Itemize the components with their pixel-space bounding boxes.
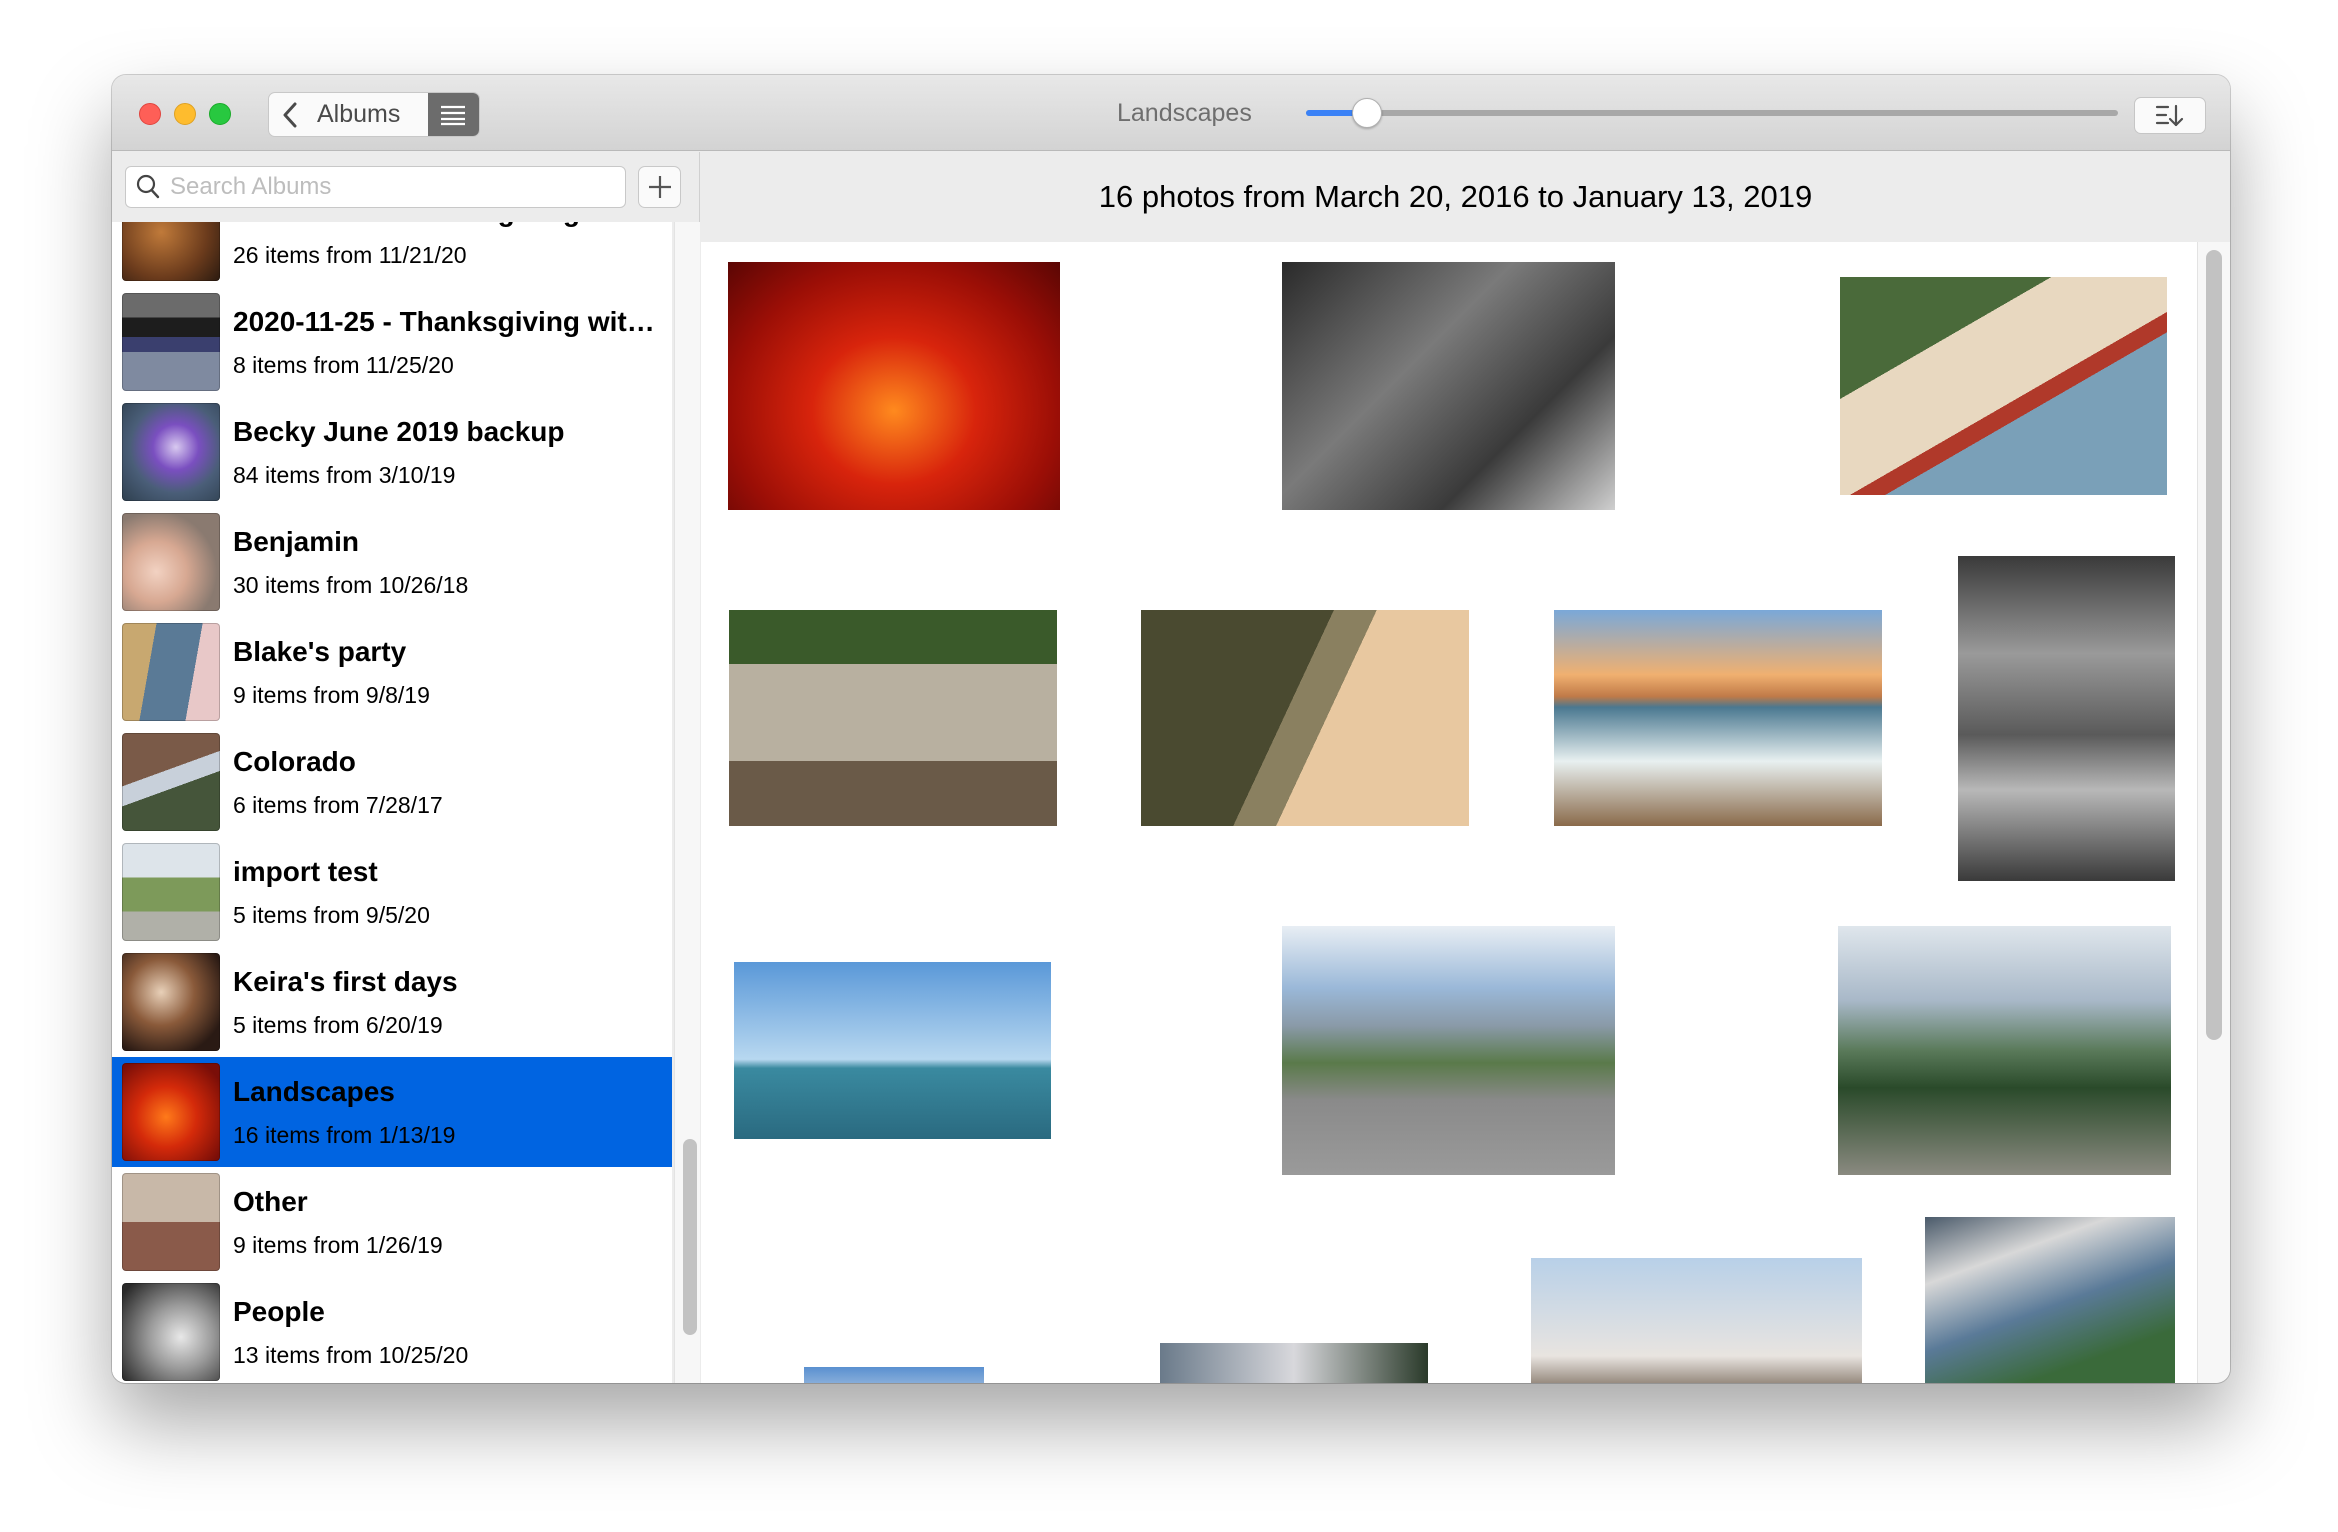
sidebar-toggle-button[interactable] bbox=[427, 93, 479, 136]
photo-thumbnail[interactable] bbox=[1160, 1343, 1428, 1383]
album-sidebar: 2020-11-21 - Thanksgiving with… 26 items … bbox=[112, 152, 700, 1383]
search-icon bbox=[136, 174, 160, 199]
album-name: Becky June 2019 backup bbox=[233, 416, 565, 447]
photo-thumbnail[interactable] bbox=[1282, 262, 1615, 510]
plus-icon bbox=[648, 176, 671, 198]
album-subtitle: 9 items from 1/26/19 bbox=[233, 1232, 443, 1258]
album-thumbnail bbox=[122, 953, 220, 1051]
album-thumbnail bbox=[122, 1063, 220, 1161]
album-subtitle: 13 items from 10/25/20 bbox=[233, 1342, 469, 1368]
album-row[interactable]: import test 5 items from 9/5/20 bbox=[112, 837, 672, 947]
album-thumbnail bbox=[122, 733, 220, 831]
zoom-button[interactable] bbox=[209, 103, 231, 125]
title-bar: Albums Landscapes bbox=[112, 75, 2230, 151]
minimize-button[interactable] bbox=[174, 103, 196, 125]
photo-grid bbox=[701, 242, 2197, 1383]
album-row[interactable]: Other 9 items from 1/26/19 bbox=[112, 1167, 672, 1277]
photo-thumbnail[interactable] bbox=[1838, 926, 2171, 1175]
photo-pane: 16 photos from March 20, 2016 to January… bbox=[701, 152, 2230, 1383]
album-thumbnail bbox=[122, 1283, 220, 1381]
photo-grid-scrollbar-thumb[interactable] bbox=[2206, 250, 2222, 1040]
navigation-group: Albums bbox=[268, 92, 480, 137]
album-thumbnail bbox=[122, 403, 220, 501]
album-subtitle: 8 items from 11/25/20 bbox=[233, 352, 454, 378]
album-summary-header: 16 photos from March 20, 2016 to January… bbox=[701, 152, 2230, 242]
album-list: 2020-11-21 - Thanksgiving with… 26 items … bbox=[112, 222, 672, 1383]
album-name: 2020-11-21 - Thanksgiving with… bbox=[233, 222, 668, 229]
sort-descending-icon bbox=[2155, 104, 2184, 126]
album-name: 2020-11-25 - Thanksgiving with… bbox=[233, 306, 668, 337]
album-name: Landscapes bbox=[233, 1076, 395, 1107]
photo-thumbnail[interactable] bbox=[1531, 1258, 1862, 1383]
album-subtitle: 9 items from 9/8/19 bbox=[233, 682, 430, 708]
photo-thumbnail[interactable] bbox=[1958, 556, 2175, 881]
album-row[interactable]: 2020-11-21 - Thanksgiving with… 26 items … bbox=[112, 222, 672, 287]
album-name: Other bbox=[233, 1186, 308, 1217]
album-name: Blake's party bbox=[233, 636, 407, 667]
back-button-label: Albums bbox=[317, 100, 401, 128]
album-name: Benjamin bbox=[233, 526, 360, 557]
album-thumbnail bbox=[122, 623, 220, 721]
photo-thumbnail[interactable] bbox=[1840, 277, 2167, 495]
photo-thumbnail[interactable] bbox=[729, 610, 1057, 826]
album-subtitle: 16 items from 1/13/19 bbox=[233, 1122, 456, 1148]
sidebar-scrollbar-thumb[interactable] bbox=[683, 1139, 697, 1335]
list-icon bbox=[441, 105, 466, 125]
album-name: Keira's first days bbox=[233, 966, 458, 997]
album-row[interactable]: Keira's first days 5 items from 6/20/19 bbox=[112, 947, 672, 1057]
album-name: import test bbox=[233, 856, 378, 887]
photo-thumbnail[interactable] bbox=[1282, 926, 1615, 1175]
photo-thumbnail[interactable] bbox=[734, 962, 1051, 1139]
album-subtitle: 30 items from 10/26/18 bbox=[233, 572, 469, 598]
search-field[interactable] bbox=[125, 166, 626, 208]
album-row[interactable]: Benjamin 30 items from 10/26/18 bbox=[112, 507, 672, 617]
album-subtitle: 26 items from 11/21/20 bbox=[233, 242, 467, 268]
album-subtitle: 6 items from 7/28/17 bbox=[233, 792, 443, 818]
album-row[interactable]: Blake's party 9 items from 9/8/19 bbox=[112, 617, 672, 727]
photo-thumbnail[interactable] bbox=[728, 262, 1060, 510]
photos-window: Albums Landscapes Search Albums 26 items… bbox=[112, 75, 2230, 1383]
album-row[interactable]: People 13 items from 10/25/20 bbox=[112, 1277, 672, 1383]
album-thumbnail bbox=[122, 1173, 220, 1271]
album-subtitle: 84 items from 3/10/19 bbox=[233, 462, 456, 488]
photo-grid-scrollbar[interactable] bbox=[2197, 242, 2230, 1383]
album-name: Colorado bbox=[233, 746, 356, 777]
album-row-selected[interactable]: Landscapes 16 items from 1/13/19 bbox=[112, 1057, 672, 1167]
album-summary: 16 photos from March 20, 2016 to January… bbox=[1098, 179, 1813, 214]
album-thumbnail bbox=[122, 222, 220, 281]
back-to-albums-button[interactable]: Albums bbox=[269, 93, 428, 136]
photo-thumbnail[interactable] bbox=[804, 1367, 984, 1383]
sort-button[interactable] bbox=[2134, 97, 2206, 134]
sidebar-scrollbar[interactable] bbox=[674, 222, 700, 1383]
thumbnail-size-slider[interactable] bbox=[1306, 97, 2118, 129]
photo-thumbnail[interactable] bbox=[1141, 610, 1469, 826]
slider-track bbox=[1306, 110, 2118, 116]
chevron-left-icon bbox=[283, 102, 297, 127]
search-albums-input[interactable] bbox=[170, 173, 600, 201]
album-thumbnail bbox=[122, 513, 220, 611]
album-thumbnail bbox=[122, 293, 220, 391]
album-subtitle: 5 items from 9/5/20 bbox=[233, 902, 430, 928]
album-row[interactable]: Colorado 6 items from 7/28/17 bbox=[112, 727, 672, 837]
photo-thumbnail[interactable] bbox=[1925, 1217, 2175, 1383]
photo-thumbnail[interactable] bbox=[1554, 610, 1882, 826]
album-thumbnail bbox=[122, 843, 220, 941]
album-name: People bbox=[233, 1296, 325, 1327]
slider-knob[interactable] bbox=[1351, 98, 1382, 128]
window-title: Landscapes bbox=[1117, 99, 1252, 127]
close-button[interactable] bbox=[139, 103, 161, 125]
album-row[interactable]: Becky June 2019 backup 84 items from 3/10… bbox=[112, 397, 672, 507]
album-subtitle: 5 items from 6/20/19 bbox=[233, 1012, 443, 1038]
album-row[interactable]: 2020-11-25 - Thanksgiving with… 8 items f… bbox=[112, 287, 672, 397]
add-album-button[interactable] bbox=[638, 166, 681, 208]
